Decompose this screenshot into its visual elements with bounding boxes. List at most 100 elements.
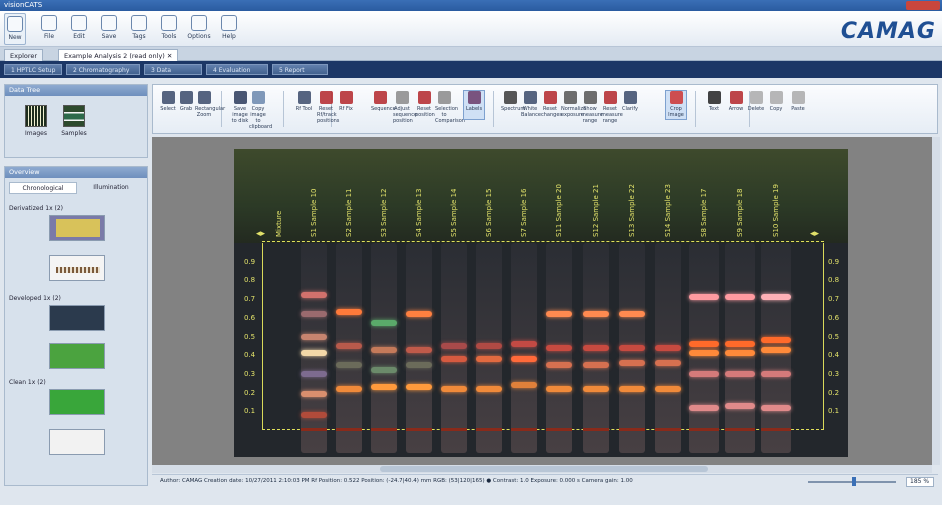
track-label[interactable]: S6 Sample 15 — [485, 188, 493, 237]
lane-application-zone — [655, 428, 681, 431]
track-label[interactable]: S4 Sample 13 — [415, 188, 423, 237]
ribbon-rectangular-zoom-button[interactable]: Rectangular Zoom — [195, 91, 225, 118]
lane-band — [619, 344, 645, 351]
thumbnail-derivatized-2[interactable] — [49, 255, 105, 281]
workflow-step-5[interactable]: 5 Report — [272, 64, 328, 75]
ribbon-grab-button[interactable]: Grab — [177, 91, 195, 112]
ribbon-text-button[interactable]: Text — [705, 91, 723, 112]
workflow-step-4[interactable]: 4 Evaluation — [206, 64, 268, 75]
rf-tick-right: 0.1 — [828, 407, 840, 416]
track-label[interactable]: S3 Sample 12 — [380, 188, 388, 237]
lane-band — [761, 337, 791, 344]
ribbon-white-balance-button[interactable]: White Balance — [521, 91, 541, 118]
lane-band — [689, 404, 719, 411]
zoom-level[interactable]: 185 % — [906, 477, 934, 487]
lane-band — [371, 367, 397, 374]
rf-tick-right: 0.8 — [828, 276, 840, 285]
workflow-step-3[interactable]: 3 Data — [144, 64, 202, 75]
thumbnail-derivatized-1[interactable] — [49, 215, 105, 241]
group-derivatized[interactable]: Derivatized 1x (2) — [9, 205, 63, 212]
toolbar-edit-button[interactable]: Edit — [64, 13, 94, 45]
ribbon-rectangular-zoom-icon — [197, 91, 211, 104]
ribbon-copy-image-to-clipboard-button[interactable]: Copy image to clipboard — [249, 91, 272, 130]
track-label[interactable]: S2 Sample 11 — [345, 188, 353, 237]
ribbon-rf-tool-button[interactable]: Rf Tool — [295, 91, 313, 112]
rf-tick-left: 0.1 — [244, 407, 256, 416]
tab-chronological[interactable]: Chronological — [9, 182, 77, 194]
ribbon-labels-button[interactable]: Labels — [463, 90, 485, 120]
track-label[interactable]: S11 Sample 20 — [555, 184, 563, 237]
track-label[interactable]: S8 Sample 17 — [700, 188, 708, 237]
horizontal-scrollbar[interactable] — [152, 465, 932, 473]
track-label[interactable]: S12 Sample 21 — [592, 184, 600, 237]
track-label[interactable]: S13 Sample 22 — [628, 184, 636, 237]
horizontal-scroll-thumb[interactable] — [380, 466, 708, 472]
toolbar-options-button[interactable]: Options — [184, 13, 214, 45]
toolbar-save-button[interactable]: Save — [94, 13, 124, 45]
thumbnail-clean-1[interactable] — [49, 389, 105, 415]
hptlc-plate-image[interactable]: ◂▸ ◂▸ Mixture S1 Sample 10 S2 Sample 11 S3 … — [234, 149, 848, 457]
lane-band — [511, 355, 537, 362]
ribbon-delete-button[interactable]: Delete — [747, 91, 765, 112]
tab-example-analysis[interactable]: Example Analysis 2 (read only) ✕ — [58, 49, 179, 61]
track-label[interactable]: S1 Sample 10 — [310, 188, 318, 237]
toolbar-new-button[interactable]: New — [4, 13, 26, 45]
track-label[interactable]: S9 Sample 18 — [736, 188, 744, 237]
image-viewer[interactable]: ◂▸ ◂▸ Mixture S1 Sample 10 S2 Sample 11 S3 … — [152, 137, 932, 465]
ribbon-clarify-button[interactable]: Clarify — [621, 91, 639, 112]
ribbon-spectrum-button[interactable]: Spectrum — [501, 91, 525, 112]
thumbnail-developed-1[interactable] — [49, 305, 105, 331]
ribbon-save-image-to-disk-button[interactable]: Save image to disk — [231, 91, 249, 124]
window-controls[interactable] — [906, 1, 940, 10]
workflow-step-1[interactable]: 1 HPTLC Setup — [4, 64, 62, 75]
right-frame-handle-icon[interactable]: ◂▸ — [810, 229, 819, 239]
window-title: visionCATS — [4, 1, 43, 9]
track-label[interactable]: S14 Sample 23 — [664, 184, 672, 237]
workflow-step-2[interactable]: 2 Chromatography — [66, 64, 140, 75]
toolbar-file-button[interactable]: File — [34, 13, 64, 45]
ribbon-reset-rf-track-positions-button[interactable]: Reset Rf/track positions — [317, 91, 339, 124]
ribbon-button-label: Copy — [769, 106, 783, 112]
track-label[interactable]: S7 Sample 16 — [520, 188, 528, 237]
sample-lane[interactable] — [689, 243, 719, 453]
thumbnail-developed-2[interactable] — [49, 343, 105, 369]
tab-explorer[interactable]: Explorer — [4, 49, 44, 61]
left-frame-handle-icon[interactable]: ◂▸ — [256, 229, 265, 239]
sample-lane[interactable] — [725, 243, 755, 453]
track-label[interactable]: S5 Sample 14 — [450, 188, 458, 237]
ribbon-select-button[interactable]: Select — [159, 91, 177, 112]
group-developed[interactable]: Developed 1x (2) — [9, 295, 61, 302]
vertical-scrollbar[interactable] — [932, 137, 940, 465]
rf-tick-left: 0.7 — [244, 295, 256, 304]
tab-illumination[interactable]: Illumination — [79, 182, 143, 194]
ribbon-arrow-button[interactable]: Arrow — [727, 91, 745, 112]
lane-band — [476, 355, 502, 362]
toolbar-tags-button[interactable]: Tags — [124, 13, 154, 45]
track-label[interactable]: Mixture — [275, 211, 283, 237]
ribbon-adjust-sequence-position-button[interactable]: Adjust sequence position — [393, 91, 417, 124]
ribbon-reset-changes-button[interactable]: Reset changes — [541, 91, 562, 118]
zoom-slider-knob[interactable] — [852, 477, 856, 486]
ribbon-sequence-button[interactable]: Sequence — [371, 91, 396, 112]
toolbar-tools-button[interactable]: Tools — [154, 13, 184, 45]
workflow-steps: 1 HPTLC Setup 2 Chromatography 3 Data 4 Eva… — [0, 61, 942, 78]
ribbon-copy-button[interactable]: Copy — [767, 91, 785, 112]
thumbnail-clean-2[interactable] — [49, 429, 105, 455]
ribbon-reset-measure-range-button[interactable]: Reset measure range — [601, 91, 623, 124]
rf-tick-left: 0.2 — [244, 388, 256, 397]
ribbon-selection-to-comparison-button[interactable]: Selection to Comparison — [435, 91, 465, 124]
lane-band — [336, 385, 362, 392]
ribbon-reset-position-button[interactable]: Reset position — [415, 91, 435, 118]
ribbon-show-measure-range-button[interactable]: Show measure range — [581, 91, 603, 124]
group-clean[interactable]: Clean 1x (2) — [9, 379, 46, 386]
data-tree-samples[interactable]: Samples — [59, 105, 89, 137]
sample-lane[interactable] — [301, 243, 327, 453]
data-tree-images[interactable]: Images — [21, 105, 51, 137]
toolbar-help-button[interactable]: Help — [214, 13, 244, 45]
ribbon-paste-button[interactable]: Paste — [789, 91, 807, 112]
ribbon-crop-image-button[interactable]: Crop Image — [665, 90, 687, 120]
ribbon-rf-fix-button[interactable]: Rf Fix — [337, 91, 355, 112]
track-label[interactable]: S10 Sample 19 — [772, 184, 780, 237]
ribbon-normalize-exposure-button[interactable]: Normalize exposure — [561, 91, 586, 118]
sample-lane[interactable] — [511, 243, 537, 453]
